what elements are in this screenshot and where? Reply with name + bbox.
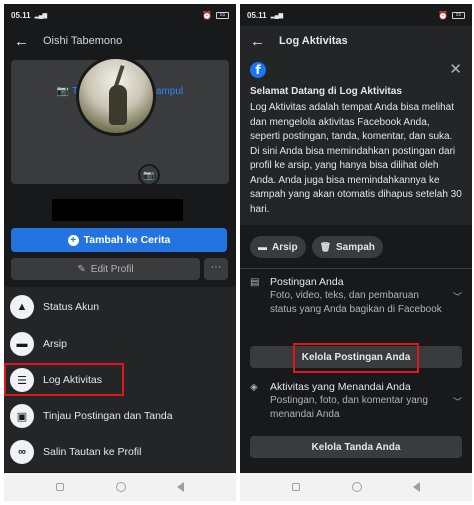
highlight-box <box>293 343 419 373</box>
battery-icon: 55 <box>216 11 229 19</box>
right-screen: 05.11 ▂▄▆ ⏰ 55 ← Log Aktivitas f ✕ Selamat… <box>240 4 472 501</box>
home-icon[interactable] <box>351 482 362 492</box>
link-icon: ∞ <box>10 440 34 464</box>
trash-icon: 🗑 <box>319 241 331 252</box>
profile-header: ← Oishi Tabemono <box>4 26 236 56</box>
menu-item-status-akun[interactable]: ▲ Status Akun <box>4 290 236 324</box>
status-time: 05.11 <box>11 10 31 20</box>
alert-icon: ▲ <box>10 295 34 319</box>
recents-icon[interactable] <box>55 483 64 491</box>
alarm-icon: ⏰ <box>202 10 212 20</box>
activity-log-header: ← Log Aktivitas <box>240 26 472 56</box>
highlight-box <box>4 363 124 396</box>
welcome-card: f ✕ Selamat Datang di Log Aktivitas Log … <box>240 56 472 225</box>
status-bar: 05.11 ▂▄▆ ⏰ 55 <box>240 4 472 26</box>
avatar[interactable] <box>76 56 156 136</box>
post-icon: ▤ <box>250 277 260 288</box>
menu-item-tinjau[interactable]: ▣ Tinjau Postingan dan Tanda <box>4 399 236 433</box>
edit-profile-button[interactable]: ✎ Edit Profil <box>11 258 200 280</box>
home-icon[interactable] <box>115 482 126 492</box>
section-tanda[interactable]: ◈ Aktivitas yang Menandai Anda Postingan… <box>240 381 472 421</box>
plus-icon: + <box>67 234 79 246</box>
review-icon: ▣ <box>10 404 34 428</box>
signal-icon: ▂▄▆ <box>270 12 283 19</box>
arrow-left-icon[interactable]: ← <box>250 34 265 49</box>
redacted-name <box>52 199 183 221</box>
system-nav-bar <box>4 473 236 501</box>
close-icon[interactable]: ✕ <box>449 62 462 77</box>
welcome-body: Log Aktivitas adalah tempat Anda bisa me… <box>250 102 462 215</box>
chevron-down-icon[interactable]: ﹀ <box>453 395 462 408</box>
archive-icon: ▬ <box>258 242 267 252</box>
chevron-down-icon[interactable]: ﹀ <box>453 290 462 303</box>
archive-chip[interactable]: ▬ Arsip <box>250 236 306 258</box>
arrow-left-icon[interactable]: ← <box>14 34 29 49</box>
section-postingan[interactable]: ▤ Postingan Anda Foto, video, teks, dan … <box>240 276 472 316</box>
pencil-icon: ✎ <box>77 263 86 275</box>
section-description: Foto, video, teks, dan pembaruan status … <box>270 290 442 315</box>
camera-icon[interactable]: 📷 <box>138 164 160 186</box>
profile-name: Oishi Tabemono <box>43 35 123 47</box>
battery-icon: 55 <box>452 11 465 19</box>
menu-item-arsip[interactable]: ▬ Arsip <box>4 327 236 361</box>
alarm-icon: ⏰ <box>438 10 448 20</box>
left-screen: 05.11▂▄▆ ⏰55 ← Oishi Tabemono 📷 Tambahka… <box>4 4 236 501</box>
section-title: Aktivitas yang Menandai Anda <box>270 381 411 393</box>
status-time: 05.11 <box>247 10 267 20</box>
welcome-title: Selamat Datang di Log Aktivitas <box>250 86 402 97</box>
menu-item-salin-tautan[interactable]: ∞ Salin Tautan ke Profil <box>4 435 236 469</box>
archive-icon: ▬ <box>10 332 34 356</box>
more-options-button[interactable]: ··· <box>204 258 228 280</box>
filter-chips: ▬ Arsip 🗑 Sampah <box>250 236 383 258</box>
facebook-logo-icon: f <box>250 62 266 78</box>
trash-chip[interactable]: 🗑 Sampah <box>311 236 383 258</box>
manage-tags-button[interactable]: Kelola Tanda Anda <box>250 436 462 458</box>
tag-icon: ◈ <box>250 382 258 393</box>
divider <box>240 268 472 269</box>
status-bar: 05.11 ▂▄▆ ⏰ 55 <box>4 4 236 26</box>
back-nav-icon[interactable] <box>177 482 185 492</box>
camera-icon: 📷 <box>56 86 70 97</box>
back-nav-icon[interactable] <box>413 482 421 492</box>
section-description: Postingan, foto, dan komentar yang menan… <box>270 395 428 420</box>
page-title: Log Aktivitas <box>279 35 348 47</box>
add-story-button[interactable]: + Tambah ke Cerita <box>11 228 227 252</box>
system-nav-bar <box>240 473 472 501</box>
recents-icon[interactable] <box>291 483 300 491</box>
section-title: Postingan Anda <box>270 276 344 288</box>
signal-icon: ▂▄▆ <box>34 12 47 19</box>
